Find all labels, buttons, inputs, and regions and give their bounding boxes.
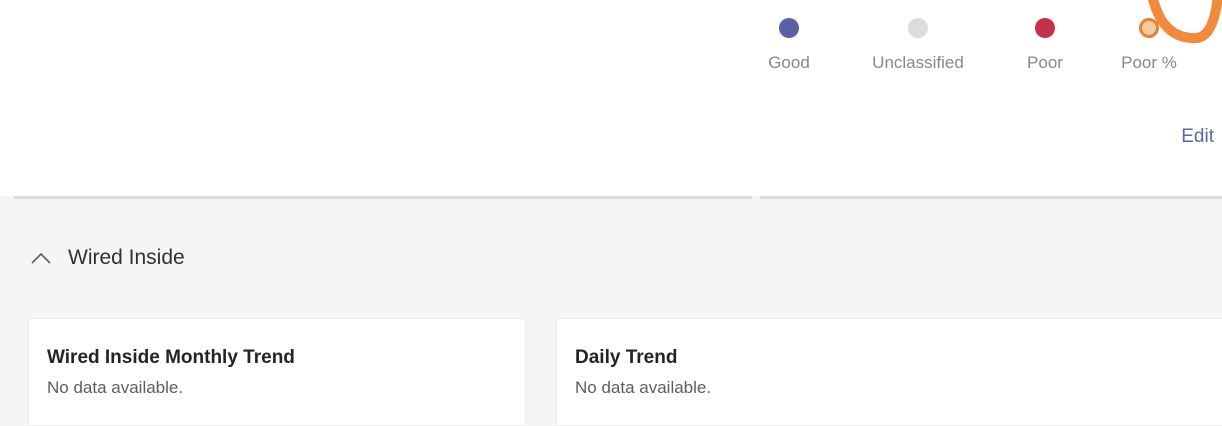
good-dot-icon <box>779 18 799 38</box>
legend-item-poor[interactable]: Poor <box>1022 18 1068 73</box>
empty-state-message: No data available. <box>575 378 712 397</box>
legend-item-good[interactable]: Good <box>762 18 816 73</box>
daily-trend-card: Daily Trend No data available. <box>556 318 1222 426</box>
monthly-trend-card: Wired Inside Monthly Trend No data avail… <box>28 318 526 426</box>
chart-legend: Good Unclassified Poor Poor % <box>0 0 1222 100</box>
divider <box>14 196 752 199</box>
section-toggle-wired-inside[interactable]: Wired Inside <box>30 246 185 270</box>
chevron-up-icon <box>31 252 51 264</box>
unclassified-dot-icon <box>908 18 928 38</box>
poor-dot-icon <box>1035 18 1055 38</box>
chart-legend-panel: Good Unclassified Poor Poor % Edit <box>0 0 1222 196</box>
legend-item-unclassified[interactable]: Unclassified <box>862 18 974 73</box>
section-title: Wired Inside <box>68 246 185 269</box>
card-title: Wired Inside Monthly Trend <box>47 347 295 368</box>
card-title: Daily Trend <box>575 347 678 368</box>
edit-link[interactable]: Edit <box>1181 126 1214 148</box>
divider <box>760 196 1222 199</box>
legend-label-good: Good <box>768 53 810 72</box>
empty-state-message: No data available. <box>47 378 184 397</box>
pen-annotation-stroke <box>1122 0 1222 60</box>
legend-label-poor: Poor <box>1027 53 1063 72</box>
legend-label-unclassified: Unclassified <box>872 53 964 72</box>
